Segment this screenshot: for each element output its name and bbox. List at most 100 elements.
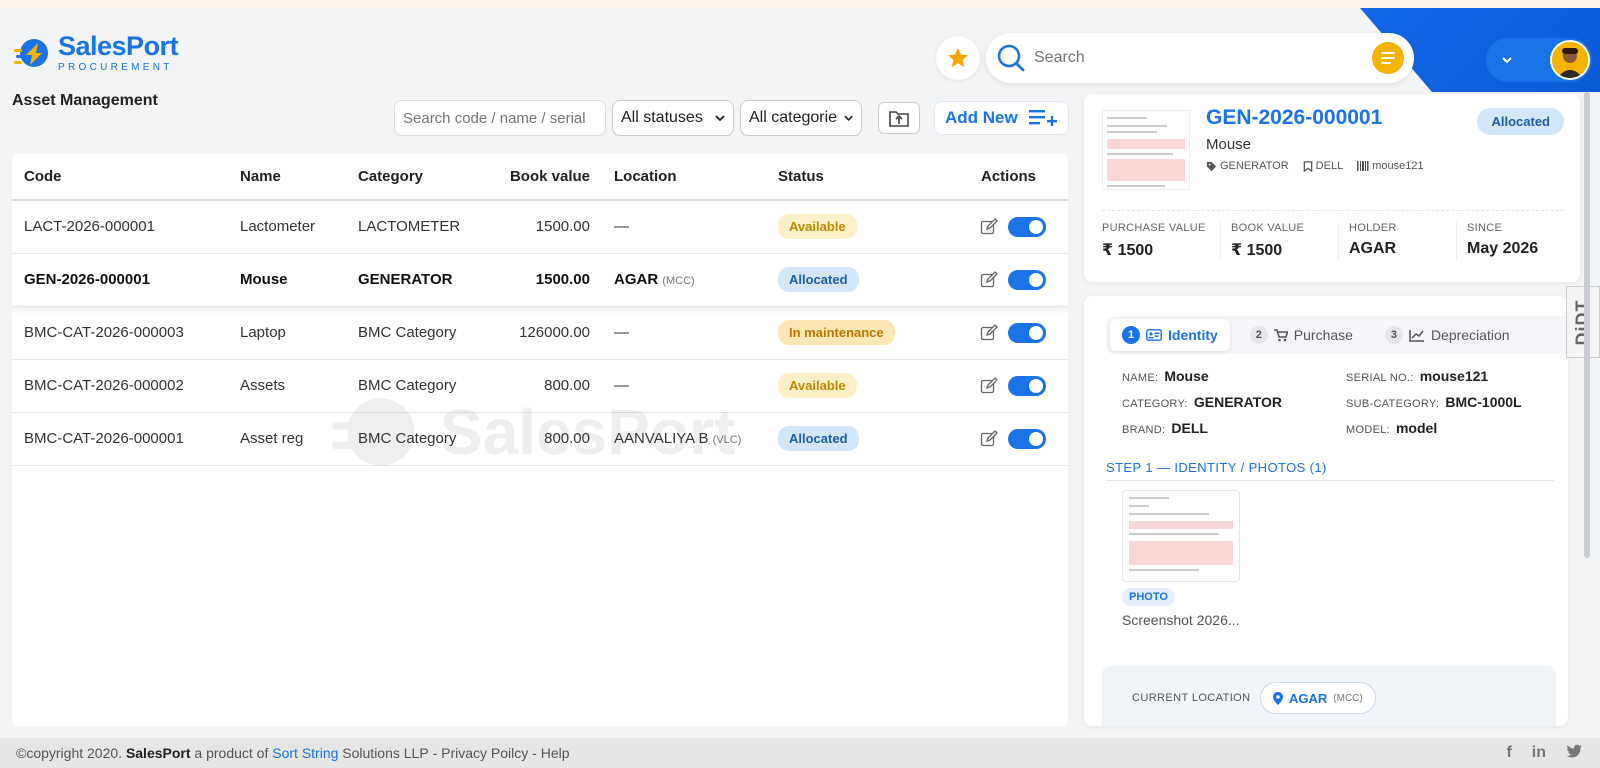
current-location-pill[interactable]: AGAR (MCC) (1260, 682, 1376, 714)
column-header-category[interactable]: Category (346, 154, 484, 201)
column-header-status[interactable]: Status (766, 154, 916, 201)
field-value: GENERATOR (1193, 394, 1283, 410)
cell-actions (916, 253, 1068, 307)
identity-field: NAME: Mouse (1122, 368, 1346, 384)
step-divider (1106, 480, 1554, 481)
avatar[interactable] (1550, 40, 1590, 80)
side-feedback-tab[interactable]: DiDT (1566, 286, 1600, 358)
upload-folder-icon (889, 111, 909, 127)
footer-separator: - (432, 745, 438, 761)
summary-metric: BOOK VALUE ₹ 1500 (1220, 222, 1338, 260)
chevron-down-icon (1502, 57, 1512, 64)
table-row[interactable]: GEN-2026-000001 Mouse GENERATOR 1500.00 … (12, 253, 1068, 307)
identity-field: BRAND: DELL (1122, 420, 1346, 436)
company-link[interactable]: Sort String (272, 745, 338, 761)
cell-code: BMC-CAT-2026-000003 (12, 306, 228, 360)
asset-name: Mouse (1206, 136, 1252, 153)
active-toggle[interactable] (1008, 269, 1046, 290)
twitter-icon[interactable] (1566, 744, 1582, 763)
barcode-icon (1357, 161, 1369, 171)
help-link[interactable]: Help (541, 745, 570, 761)
add-new-button[interactable]: Add New (934, 101, 1069, 135)
column-header-name[interactable]: Name (228, 154, 346, 201)
category-filter-select[interactable]: All categories (740, 100, 862, 136)
column-header-location[interactable]: Location (602, 154, 766, 201)
edit-icon[interactable] (980, 323, 998, 342)
tab-identity[interactable]: 1 Identity (1110, 319, 1230, 351)
edit-icon[interactable] (980, 217, 998, 236)
status-badge: Allocated (778, 267, 859, 292)
table-row[interactable]: BMC-CAT-2026-000002 Assets BMC Category … (12, 359, 1068, 413)
active-toggle[interactable] (1008, 428, 1046, 449)
status-filter-select[interactable]: All statuses (612, 100, 734, 136)
import-button[interactable] (878, 102, 920, 134)
social-links: f in (1506, 744, 1582, 763)
cell-name: Assets (228, 359, 346, 413)
active-toggle[interactable] (1008, 216, 1046, 237)
edit-icon[interactable] (980, 270, 998, 289)
location-name: — (614, 324, 629, 341)
active-toggle[interactable] (1008, 322, 1046, 343)
asset-thumbnail[interactable] (1102, 110, 1190, 190)
field-label: SERIAL NO.: (1346, 372, 1414, 384)
asset-tags: GENERATOR DELL mouse121 (1206, 160, 1424, 172)
star-icon (948, 48, 968, 67)
edit-icon[interactable] (980, 376, 998, 395)
cell-name: Asset reg (228, 412, 346, 466)
linkedin-icon[interactable]: in (1532, 744, 1546, 763)
favorites-button[interactable] (936, 36, 980, 80)
table-row[interactable]: BMC-CAT-2026-000001 Asset reg BMC Catego… (12, 412, 1068, 466)
tab-label: Depreciation (1430, 327, 1510, 343)
table-row[interactable]: BMC-CAT-2026-000003 Laptop BMC Category … (12, 306, 1068, 360)
global-search[interactable] (986, 33, 1414, 83)
active-toggle[interactable] (1008, 375, 1046, 396)
location-name: — (614, 218, 629, 236)
tab-depreciation[interactable]: 3 Depreciation (1373, 319, 1522, 351)
page-title: Asset Management (12, 92, 158, 109)
metric-label: BOOK VALUE (1231, 222, 1305, 234)
add-list-icon (1028, 110, 1057, 126)
footer-product-of: a product of (194, 745, 269, 761)
column-header-book-value[interactable]: Book value (484, 154, 602, 201)
cell-book-value: 1500.00 (484, 200, 602, 254)
location-type: (VLC) (712, 434, 742, 446)
quick-menu-button[interactable] (1372, 42, 1404, 74)
photo-thumbnail[interactable] (1122, 490, 1240, 582)
right-panel-scrollbar[interactable] (1584, 92, 1590, 558)
footer-separator: - (532, 745, 537, 761)
cell-location: AANVALIYA B (VLC) (602, 412, 766, 466)
identity-fields: NAME: Mouse SERIAL NO.: mouse121 CATEGORY: GE… (1122, 368, 1562, 436)
search-icon (997, 44, 1025, 72)
status-badge: Allocated (1477, 108, 1564, 135)
column-header-code[interactable]: Code (12, 154, 228, 201)
facebook-icon[interactable]: f (1506, 744, 1511, 763)
category-tag-label: GENERATOR (1220, 160, 1289, 172)
table-search-input[interactable] (394, 100, 606, 136)
tab-purchase[interactable]: 2 Purchase (1238, 319, 1365, 351)
cell-status: In maintenance (766, 306, 916, 360)
cell-book-value: 800.00 (484, 412, 602, 466)
cell-name: Lactometer (228, 200, 346, 254)
edit-icon[interactable] (980, 429, 998, 448)
privacy-policy-link[interactable]: Privacy Poilcy (441, 745, 528, 761)
metric-label: PURCHASE VALUE (1102, 222, 1206, 234)
field-label: MODEL: (1346, 424, 1390, 436)
chevron-down-icon (715, 115, 725, 122)
field-value: Mouse (1164, 368, 1209, 384)
global-search-input[interactable] (1034, 49, 1372, 67)
metric-value: ₹ 1500 (1231, 242, 1283, 259)
asset-detail-card: 1 Identity 2 Purchase 3 Depreciation NAME: Mou… (1084, 296, 1568, 726)
field-label: BRAND: (1122, 424, 1166, 436)
brand-tag-label: DELL (1315, 160, 1344, 172)
brand-logo[interactable]: SalesPort PROCUREMENT (12, 32, 179, 73)
cell-book-value: 800.00 (484, 359, 602, 413)
cell-code: LACT-2026-000001 (12, 200, 228, 254)
chart-line-icon (1409, 329, 1424, 342)
cell-name: Laptop (228, 306, 346, 360)
table-row[interactable]: LACT-2026-000001 Lactometer LACTOMETER 1… (12, 200, 1068, 254)
user-menu[interactable] (1486, 38, 1592, 82)
asset-table-card: SalesPort Code Name Category Book value … (12, 154, 1068, 726)
status-badge: In maintenance (778, 320, 895, 345)
cell-code: BMC-CAT-2026-000002 (12, 359, 228, 413)
summary-divider (1102, 210, 1564, 211)
